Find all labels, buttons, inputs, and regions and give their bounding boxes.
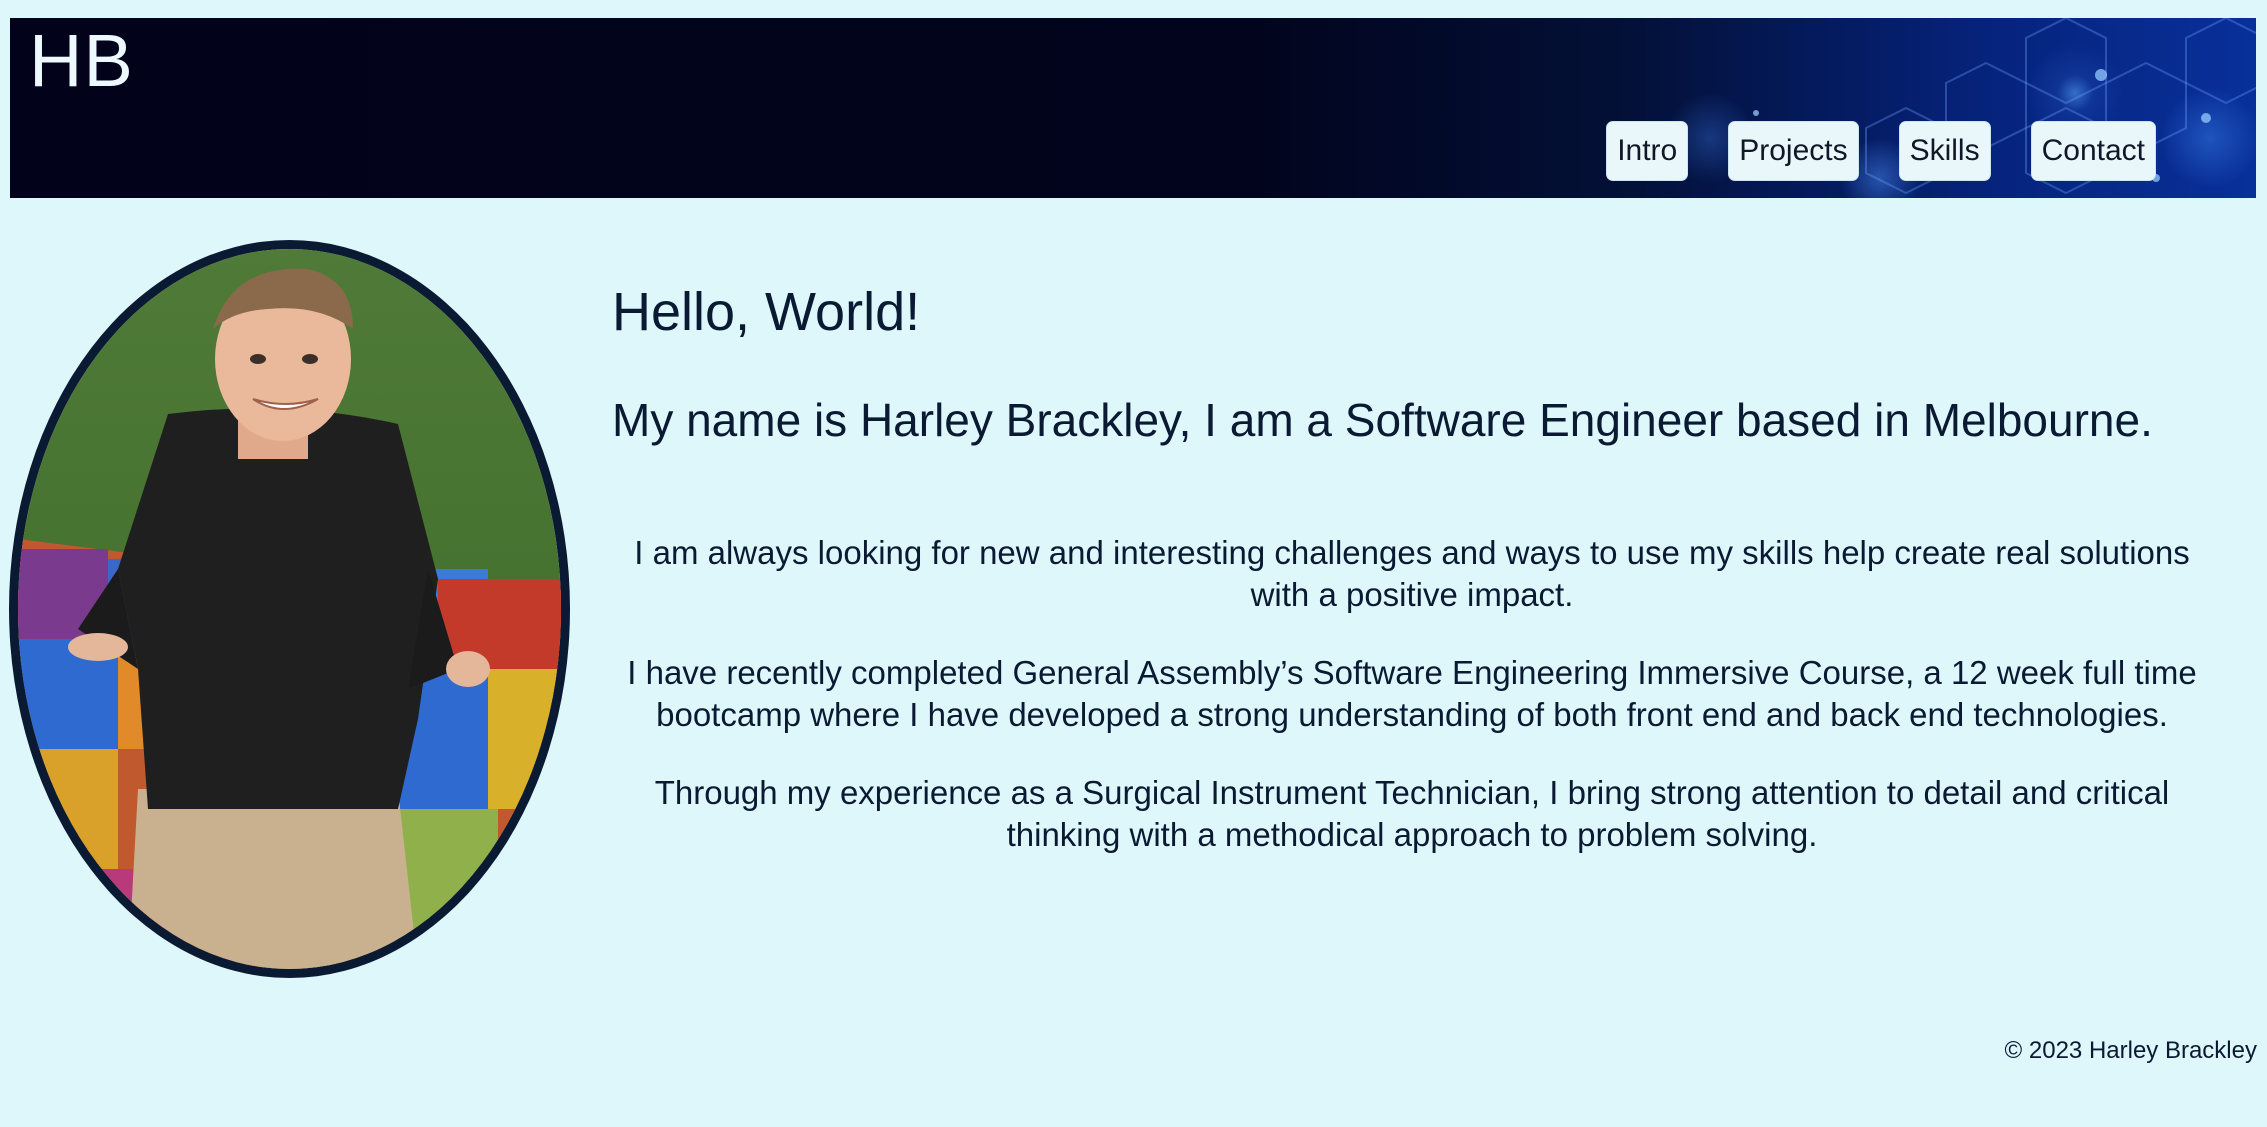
page: HB Intro Projects Skills Contact Hello, … [0, 0, 2267, 1127]
site-logo[interactable]: HB [29, 24, 134, 98]
page-title: Hello, World! [612, 282, 921, 342]
site-header: HB Intro Projects Skills Contact [10, 18, 2256, 198]
bio-paragraphs: I am always looking for new and interest… [612, 532, 2212, 856]
profile-photo-illustration [18, 249, 561, 969]
intro-subheading: My name is Harley Brackley, I am a Softw… [612, 393, 2153, 446]
nav-projects-button[interactable]: Projects [1728, 121, 1859, 181]
bio-paragraph-3: Through my experience as a Surgical Inst… [654, 773, 2170, 853]
nav-intro-button[interactable]: Intro [1606, 121, 1689, 181]
profile-photo [9, 240, 570, 978]
bio-paragraph-1: I am always looking for new and interest… [634, 533, 2190, 613]
bio-paragraph-2: I have recently completed General Assemb… [627, 653, 2197, 733]
nav-contact-button[interactable]: Contact [2030, 121, 2156, 181]
main-nav: Intro Projects Skills Contact [1606, 121, 2156, 181]
footer-copyright: © 2023 Harley Brackley [2004, 1037, 2257, 1064]
intro-section: Hello, World! My name is Harley Brackley… [612, 280, 2222, 892]
nav-skills-button[interactable]: Skills [1898, 121, 1991, 181]
